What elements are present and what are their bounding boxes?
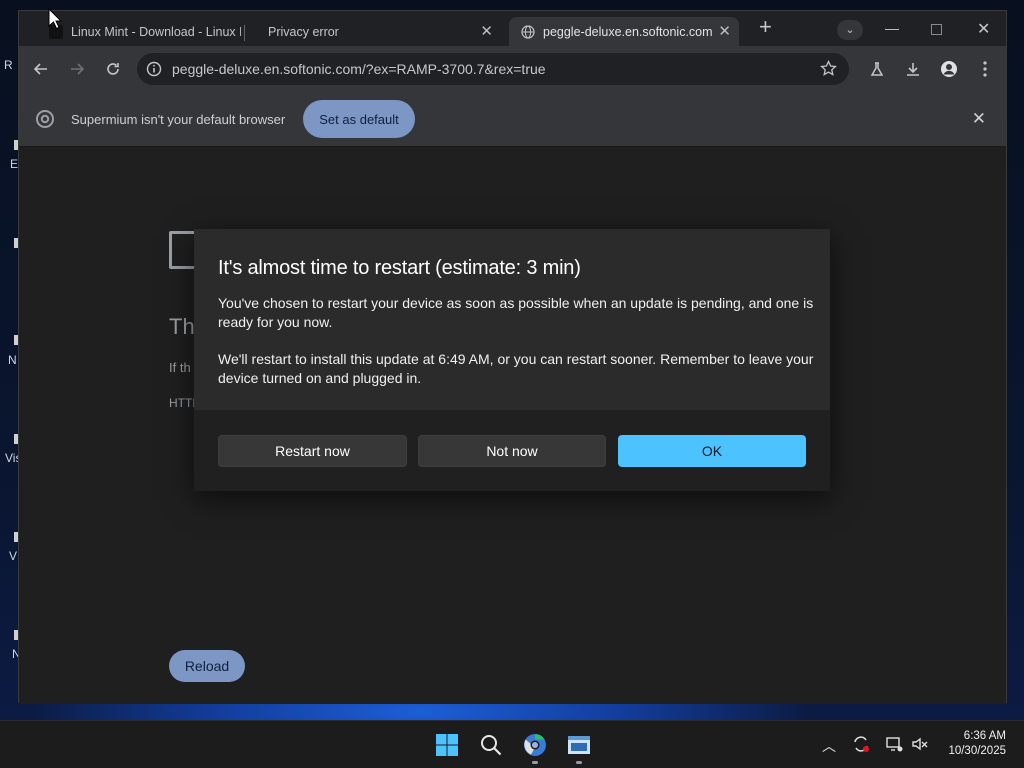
clock-time: 6:36 AM [963, 730, 1006, 742]
default-browser-infobar: Supermium isn't your default browser Set… [19, 92, 1006, 147]
running-indicator [532, 761, 538, 764]
bookmark-star-icon[interactable] [820, 60, 837, 77]
dialog-body: It's almost time to restart (estimate: 3… [194, 229, 830, 410]
file-explorer-icon[interactable] [566, 732, 592, 758]
close-tab-icon[interactable]: ✕ [480, 22, 493, 40]
show-hidden-icons-chevron-icon[interactable]: ︿ [822, 736, 836, 756]
tab-privacy-error[interactable]: Privacy error ✕ [256, 17, 501, 46]
supermium-browser-icon[interactable] [522, 732, 548, 758]
set-as-default-button[interactable]: Set as default [303, 100, 415, 138]
tab-divider [244, 25, 245, 41]
windows-start-icon[interactable] [434, 732, 460, 758]
ok-button[interactable]: OK [618, 435, 806, 467]
browser-logo-icon [36, 110, 54, 128]
desktop-icon-label[interactable]: R [4, 58, 13, 72]
globe-icon [521, 24, 535, 39]
reload-button[interactable]: Reload [169, 650, 245, 682]
desktop-icon-label[interactable]: N [8, 353, 17, 367]
update-sync-icon[interactable] [852, 735, 870, 753]
profile-avatar-icon[interactable] [938, 58, 960, 80]
tab-strip: Linux Mint - Download - Linux M Privacy … [19, 11, 1006, 46]
tab-title: Linux Mint - Download - Linux M [71, 24, 241, 39]
dialog-paragraph-1: You've chosen to restart your device as … [218, 295, 814, 330]
network-icon[interactable] [885, 735, 903, 753]
close-infobar-icon[interactable]: ✕ [972, 109, 986, 129]
close-window-icon[interactable]: ✕ [977, 19, 990, 39]
error-title-fragment: Th [169, 314, 195, 339]
maximize-icon[interactable] [931, 24, 942, 35]
tab-title: peggle-deluxe.en.softonic.com [543, 24, 713, 39]
restart-dialog: It's almost time to restart (estimate: 3… [194, 229, 830, 491]
reload-icon[interactable] [102, 58, 124, 80]
infobar-message: Supermium isn't your default browser [71, 112, 286, 127]
not-now-button[interactable]: Not now [418, 435, 606, 467]
mouse-cursor-icon [48, 8, 62, 30]
tab-peggle-softonic[interactable]: peggle-deluxe.en.softonic.com ✕ [509, 17, 739, 46]
desktop-icon-label[interactable]: V [9, 549, 17, 563]
desktop-icon-label[interactable]: E [10, 157, 18, 171]
dialog-title: It's almost time to restart (estimate: 3… [218, 257, 581, 279]
tab-title: Privacy error [268, 24, 339, 39]
new-tab-plus-icon[interactable]: + [759, 14, 772, 40]
forward-arrow-icon[interactable] [66, 58, 88, 80]
dialog-footer: Restart now Not now OK [194, 410, 830, 491]
error-text-fragment: If th [169, 360, 191, 375]
running-indicator [576, 761, 582, 764]
site-info-icon[interactable] [146, 61, 162, 77]
browser-toolbar: peggle-deluxe.en.softonic.com/?ex=RAMP-3… [19, 46, 1006, 92]
tab-linux-mint[interactable]: Linux Mint - Download - Linux M [37, 17, 242, 46]
tab-search-chevron-icon[interactable]: ⌄ [837, 20, 863, 40]
system-clock[interactable]: 6:36 AM 10/30/2025 [948, 729, 1006, 759]
restart-now-button[interactable]: Restart now [218, 435, 407, 467]
address-bar[interactable]: peggle-deluxe.en.softonic.com/?ex=RAMP-3… [137, 53, 849, 85]
back-arrow-icon[interactable] [30, 58, 52, 80]
volume-muted-icon[interactable] [911, 735, 929, 753]
clock-date: 10/30/2025 [948, 745, 1006, 757]
taskbar: ︿ 6:36 AM 10/30/2025 [0, 720, 1024, 768]
search-icon[interactable] [478, 732, 504, 758]
close-tab-icon[interactable]: ✕ [718, 22, 731, 40]
download-icon[interactable] [902, 58, 924, 80]
labs-flask-icon[interactable] [866, 58, 888, 80]
url-text[interactable]: peggle-deluxe.en.softonic.com/?ex=RAMP-3… [172, 61, 546, 77]
kebab-menu-icon[interactable] [974, 58, 996, 80]
dialog-paragraph-2: We'll restart to install this update at … [218, 351, 814, 386]
minimize-icon[interactable]: — [885, 20, 899, 36]
